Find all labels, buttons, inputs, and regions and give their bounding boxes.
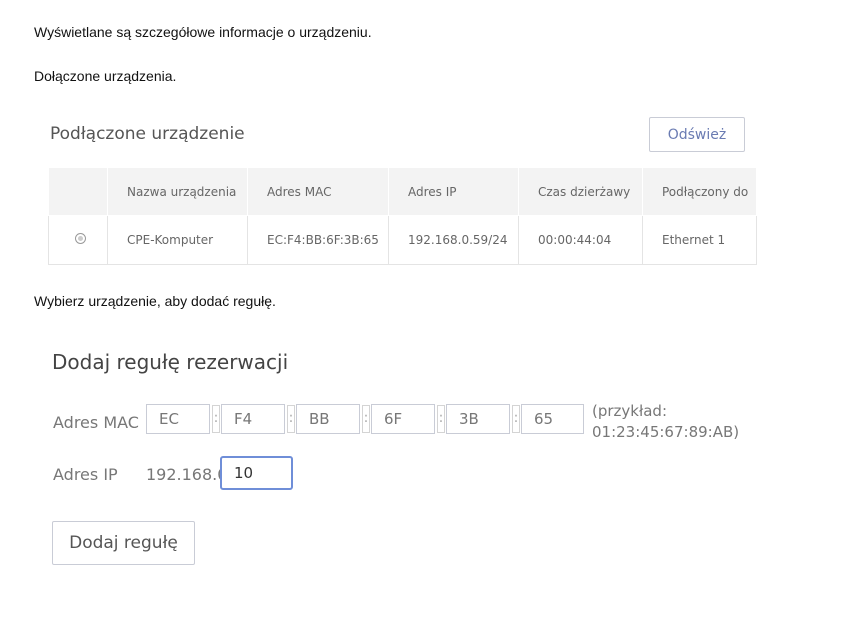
mac-octet-1-input[interactable] [146,404,210,434]
instruction-text-attached: Dołączone urządzenia. [34,68,177,84]
mac-separator: : [287,405,295,433]
device-select-cell[interactable] [48,215,108,265]
mac-octet-5-input[interactable] [446,404,510,434]
select-column-header [48,167,108,216]
mac-example-hint: (przykład: 01:23:45:67:89:AB) [592,402,740,441]
column-header-lease: Czas dzierżawy [518,167,643,216]
table-row[interactable]: CPE-Komputer EC:F4:BB:6F:3B:65 192.168.0… [48,215,757,265]
refresh-button[interactable]: Odśwież [649,117,745,152]
mac-octet-6-input[interactable] [521,404,584,434]
ip-last-octet-input[interactable] [220,456,293,490]
device-select-radio[interactable] [75,233,86,244]
device-lease-cell: 00:00:44:04 [518,215,643,265]
connected-devices-title: Podłączone urządzenie [50,124,245,144]
column-header-ip: Adres IP [388,167,519,216]
mac-separator: : [212,405,220,433]
mac-octet-3-input[interactable] [296,404,360,434]
column-header-mac: Adres MAC [247,167,389,216]
instruction-text-select: Wybierz urządzenie, aby dodać regułę. [34,293,276,309]
reservation-rule-title: Dodaj regułę rezerwacji [52,350,289,374]
mac-octet-2-input[interactable] [221,404,285,434]
device-connected-to-cell: Ethernet 1 [642,215,757,265]
mac-separator: : [437,405,445,433]
mac-address-label: Adres MAC [53,413,139,432]
devices-table: Nazwa urządzenia Adres MAC Adres IP Czas… [48,167,757,265]
ip-address-label: Adres IP [53,465,118,484]
mac-separator: : [512,405,520,433]
mac-octet-4-input[interactable] [371,404,435,434]
devices-table-header: Nazwa urządzenia Adres MAC Adres IP Czas… [48,167,757,216]
column-header-connected-to: Podłączony do [642,167,757,216]
column-header-device-name: Nazwa urządzenia [107,167,248,216]
mac-separator: : [362,405,370,433]
device-ip-cell: 192.168.0.59/24 [388,215,519,265]
instruction-text-details: Wyświetlane są szczegółowe informacje o … [34,24,372,40]
device-name-cell: CPE-Komputer [107,215,248,265]
add-rule-button[interactable]: Dodaj regułę [52,521,195,565]
device-mac-cell: EC:F4:BB:6F:3B:65 [247,215,389,265]
